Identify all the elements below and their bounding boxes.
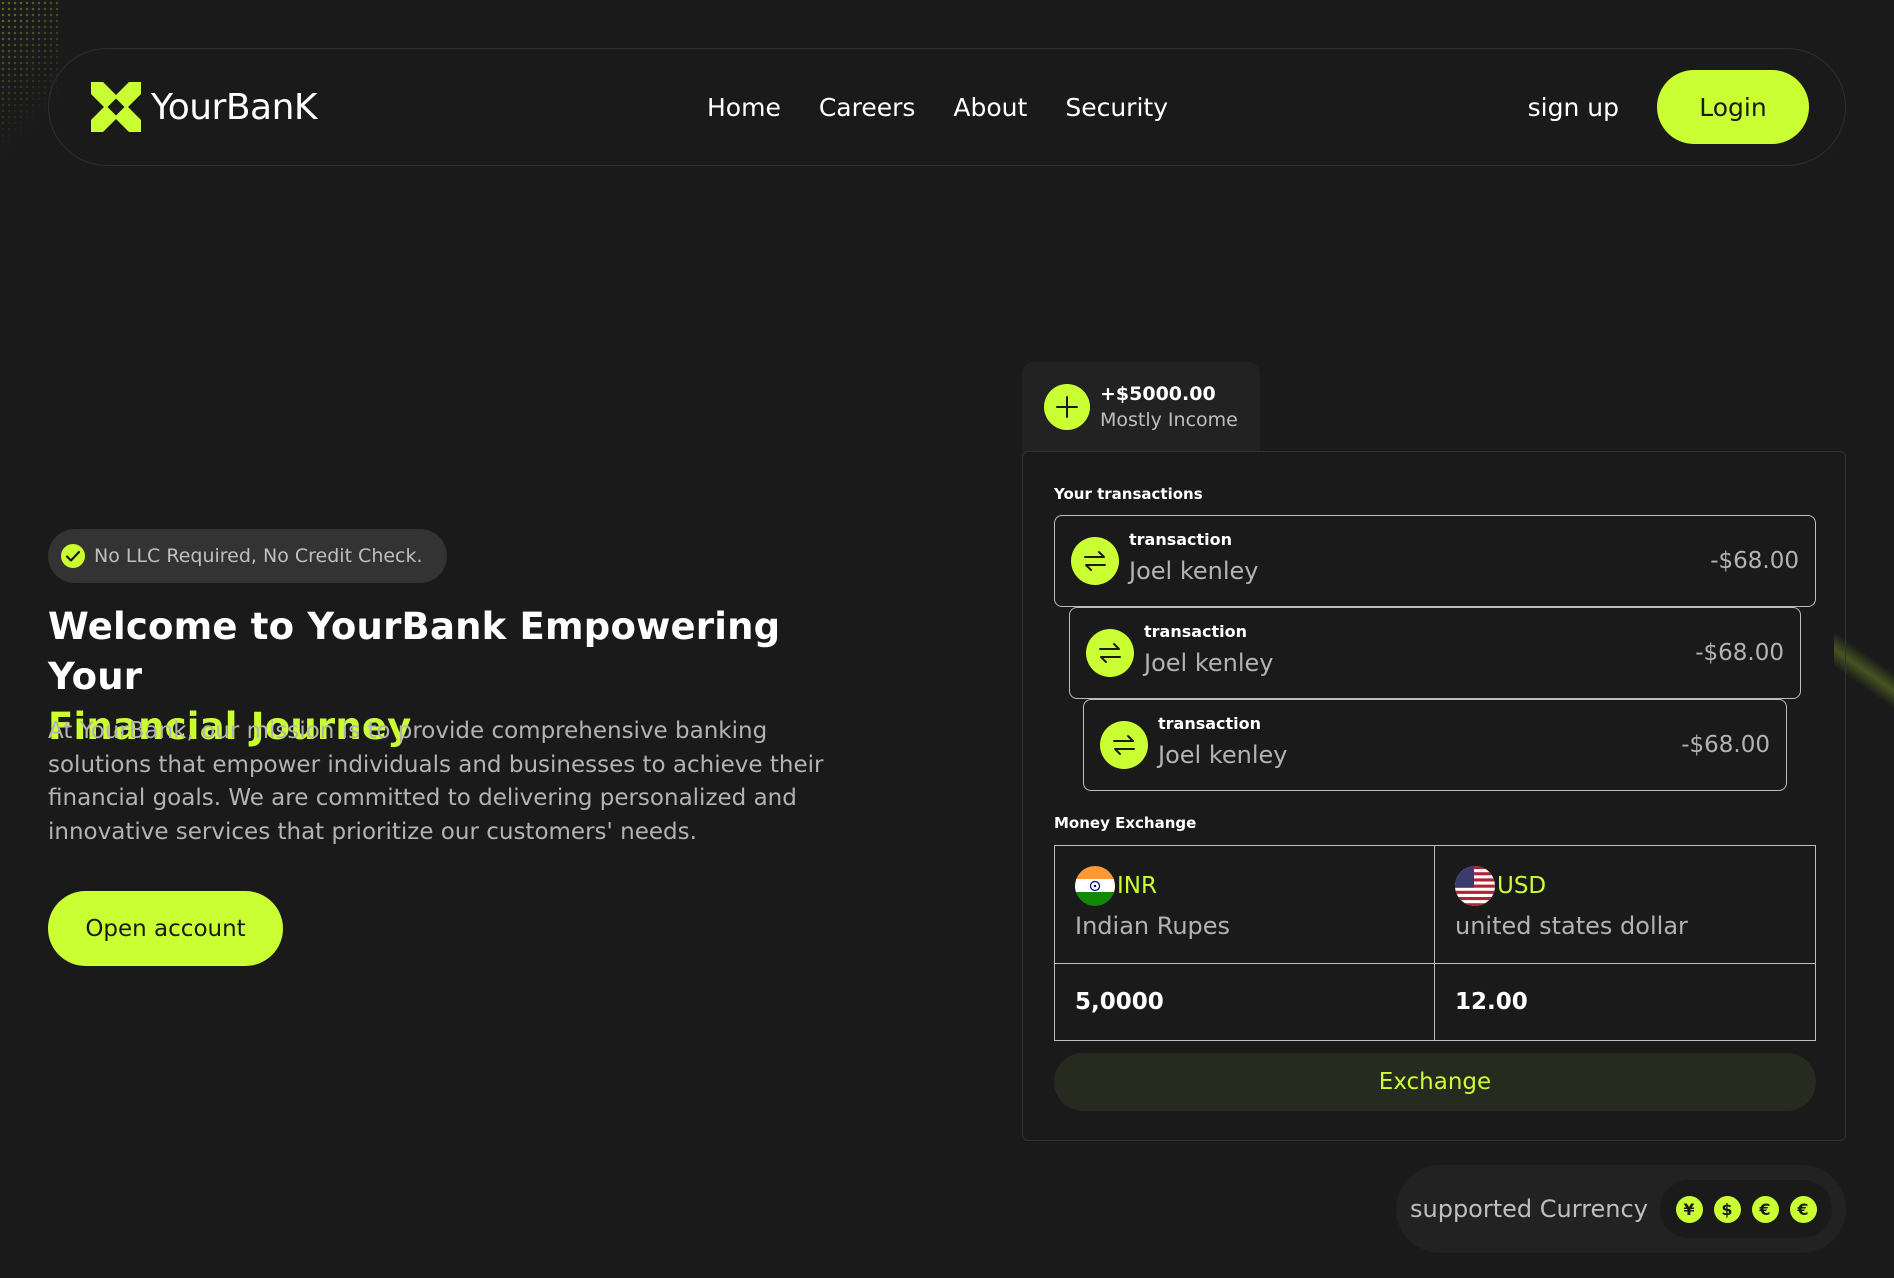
open-account-button[interactable]: Open account — [48, 891, 283, 966]
dollar-icon: $ — [1713, 1195, 1741, 1223]
yen-icon: ¥ — [1675, 1195, 1703, 1223]
to-currency-code: USD — [1497, 873, 1547, 899]
to-amount: 12.00 — [1455, 989, 1528, 1015]
hero-description: At YourBank, our mission is to provide c… — [48, 718, 824, 845]
transaction-name: Joel kenley — [1144, 648, 1274, 677]
logo-icon — [91, 82, 141, 132]
nav-about[interactable]: About — [953, 93, 1027, 122]
from-amount-field[interactable]: 5,0000 — [1055, 964, 1435, 1040]
nav-actions: sign up Login — [1528, 70, 1809, 144]
transaction-label: transaction — [1129, 529, 1233, 549]
supported-currency-chip: supported Currency ¥ $ € € — [1396, 1165, 1846, 1253]
transaction-item[interactable]: transaction Joel kenley -$68.00 — [1054, 515, 1816, 607]
badge-text: No LLC Required, No Credit Check. — [94, 545, 423, 567]
hero-title-line: Welcome to YourBank Empowering Your — [48, 605, 781, 698]
swap-icon — [1086, 629, 1134, 677]
nav-links: Home Careers About Security — [707, 49, 1168, 165]
logo[interactable]: YourBanK — [91, 82, 318, 132]
supported-currency-label: supported Currency — [1410, 1195, 1648, 1223]
transactions-title: Your transactions — [1054, 485, 1203, 503]
transaction-label: transaction — [1158, 713, 1262, 733]
transaction-item[interactable]: transaction Joel kenley -$68.00 — [1069, 607, 1801, 699]
swap-icon — [1100, 721, 1148, 769]
euro-icon: € — [1751, 1195, 1779, 1223]
brand-name: YourBanK — [151, 86, 318, 128]
to-currency[interactable]: USD united states dollar — [1435, 846, 1815, 964]
exchange-button[interactable]: Exchange — [1054, 1053, 1816, 1111]
money-exchange-title: Money Exchange — [1054, 814, 1197, 832]
euro-icon: € — [1789, 1195, 1817, 1223]
login-button[interactable]: Login — [1657, 70, 1809, 144]
transaction-name: Joel kenley — [1129, 556, 1259, 585]
to-currency-name: united states dollar — [1455, 912, 1688, 940]
nav-security[interactable]: Security — [1065, 93, 1168, 122]
us-flag-icon — [1455, 866, 1495, 906]
from-currency-code: INR — [1117, 873, 1157, 899]
transaction-amount: -$68.00 — [1681, 732, 1770, 758]
signup-link[interactable]: sign up — [1528, 93, 1619, 122]
transaction-label: transaction — [1144, 621, 1248, 641]
transaction-amount: -$68.00 — [1695, 640, 1784, 666]
plus-icon — [1044, 384, 1090, 430]
income-chip: +$5000.00 Mostly Income — [1022, 362, 1260, 452]
transaction-name: Joel kenley — [1158, 740, 1288, 769]
navbar: YourBanK Home Careers About Security sig… — [48, 48, 1846, 166]
transaction-item[interactable]: transaction Joel kenley -$68.00 — [1083, 699, 1787, 791]
banking-card: Your transactions transaction Joel kenle… — [1022, 451, 1846, 1141]
to-amount-field[interactable]: 12.00 — [1435, 964, 1815, 1040]
swap-icon — [1071, 537, 1119, 585]
no-credit-check-badge: No LLC Required, No Credit Check. — [48, 529, 447, 583]
income-label: Mostly Income — [1100, 409, 1238, 431]
nav-careers[interactable]: Careers — [819, 93, 916, 122]
currency-icons: ¥ $ € € — [1660, 1180, 1832, 1238]
from-currency-name: Indian Rupes — [1075, 912, 1231, 940]
india-flag-icon — [1075, 866, 1115, 906]
from-currency[interactable]: INR Indian Rupes — [1055, 846, 1435, 964]
income-amount: +$5000.00 — [1100, 383, 1216, 405]
check-circle-icon — [61, 544, 85, 568]
nav-home[interactable]: Home — [707, 93, 781, 122]
from-amount: 5,0000 — [1075, 989, 1164, 1015]
transaction-amount: -$68.00 — [1710, 548, 1799, 574]
exchange-table: INR Indian Rupes USD united states dolla… — [1054, 845, 1816, 1041]
